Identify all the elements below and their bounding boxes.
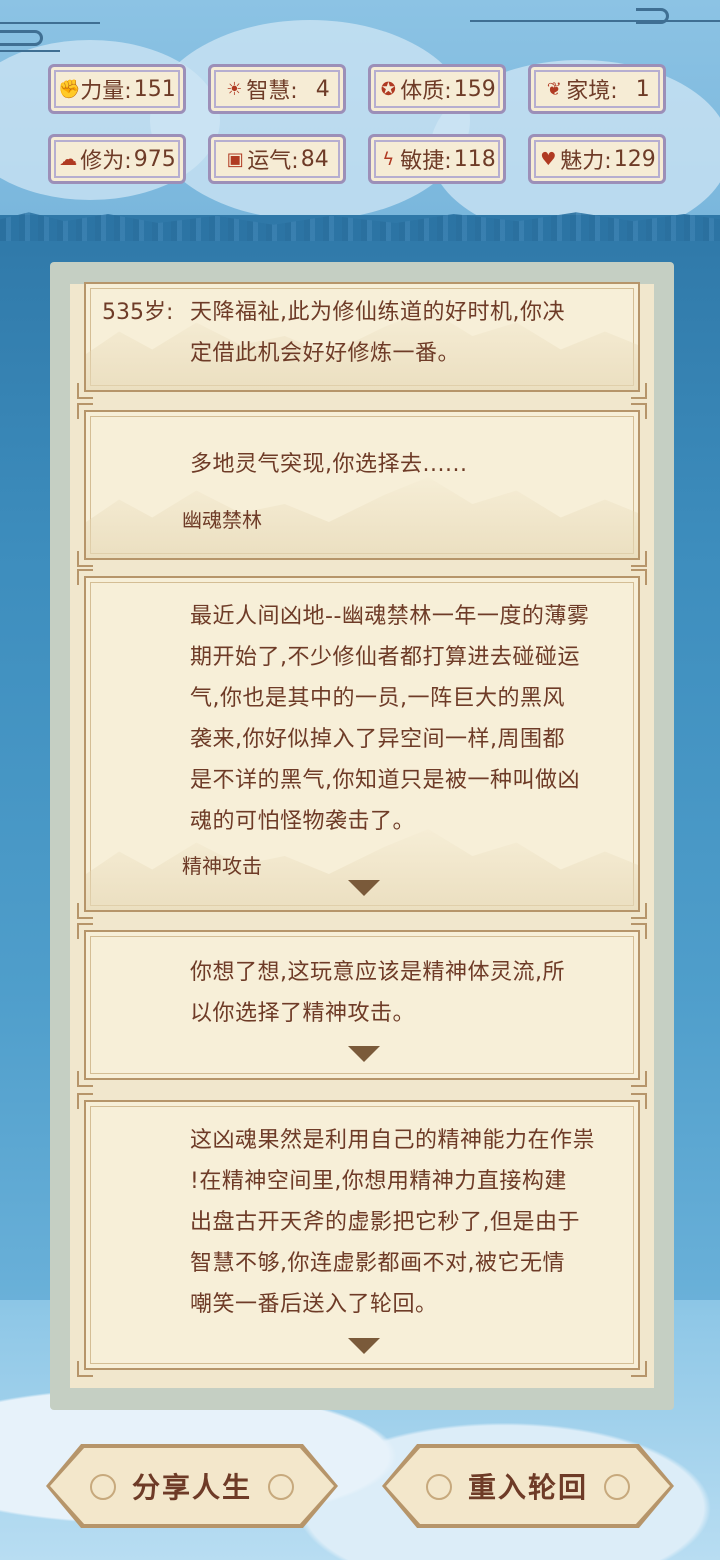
stat-family: ❦ 家境: 1 (528, 64, 666, 114)
muscle-icon: ✊ (58, 78, 81, 100)
log-card-4[interactable]: 你想了想,这玩意应该是精神体灵流,所 以你选择了精神攻击。 (77, 923, 647, 1087)
life-log-scroll[interactable]: 535岁: 天降福祉,此为修仙练道的好时机,你决 定借此机会好好修炼一番。 多地… (70, 282, 654, 1388)
bulb-icon: ☀ (226, 78, 243, 100)
stat-wisdom: ☀ 智慧: 4 (208, 64, 346, 114)
log-text: 天降福祉,此为修仙练道的好时机,你决 定借此机会好好修炼一番。 (190, 300, 565, 366)
log-text: 这凶魂果然是利用自己的精神能力在作祟 !在精神空间里,你想用精神力直接构建 出盘… (190, 1128, 596, 1317)
expand-arrow-icon[interactable] (348, 1046, 380, 1062)
body-icon: ✪ (380, 78, 396, 100)
cloud-knot-icon (90, 1474, 116, 1500)
lightning-icon: ϟ (382, 148, 395, 170)
log-text: 多地灵气突现,你选择去...... (190, 452, 468, 477)
log-card-1: 535岁: 天降福祉,此为修仙练道的好时机,你决 定借此机会好好修炼一番。 (77, 282, 647, 399)
log-card-3[interactable]: 最近人间凶地--幽魂禁林一年一度的薄雾 期开始了,不少修仙者都打算进去碰碰运 气… (77, 569, 647, 919)
stat-strength: ✊ 力量: 151 (48, 64, 186, 114)
log-card-5[interactable]: 这凶魂果然是利用自己的精神能力在作祟 !在精神空间里,你想用精神力直接构建 出盘… (77, 1093, 647, 1377)
stat-agility: ϟ 敏捷: 118 (368, 134, 506, 184)
stat-cultivation: ☁ 修为: 975 (48, 134, 186, 184)
stat-constitution: ✪ 体质: 159 (368, 64, 506, 114)
expand-arrow-icon[interactable] (348, 1338, 380, 1354)
cloud-knot-icon (604, 1474, 630, 1500)
cloud-knot-icon (426, 1474, 452, 1500)
cloud-icon: ☁ (59, 148, 78, 170)
stat-charm: ♥ 魅力: 129 (528, 134, 666, 184)
sky-background (0, 0, 720, 230)
life-log-panel[interactable]: 535岁: 天降福祉,此为修仙练道的好时机,你决 定借此机会好好修炼一番。 多地… (50, 262, 674, 1410)
restart-reincarnation-button[interactable]: 重入轮回 (386, 1448, 670, 1524)
stat-luck: ▣ 运气: 84 (208, 134, 346, 184)
log-text: 最近人间凶地--幽魂禁林一年一度的薄雾 期开始了,不少修仙者都打算进去碰碰运 气… (190, 604, 590, 834)
share-life-button[interactable]: 分享人生 (50, 1448, 334, 1524)
log-card-2: 多地灵气突现,你选择去...... 幽魂禁林 (77, 403, 647, 567)
age-label: 535岁: (102, 300, 174, 325)
heart-icon: ♥ (540, 148, 557, 170)
choice-label: 精神攻击 (182, 854, 262, 878)
dice-icon: ▣ (226, 148, 244, 170)
log-text: 你想了想,这玩意应该是精神体灵流,所 以你选择了精神攻击。 (190, 960, 565, 1026)
family-icon: ❦ (546, 78, 562, 100)
choice-label: 幽魂禁林 (182, 508, 262, 532)
cloud-knot-icon (268, 1474, 294, 1500)
expand-arrow-icon[interactable] (348, 880, 380, 896)
